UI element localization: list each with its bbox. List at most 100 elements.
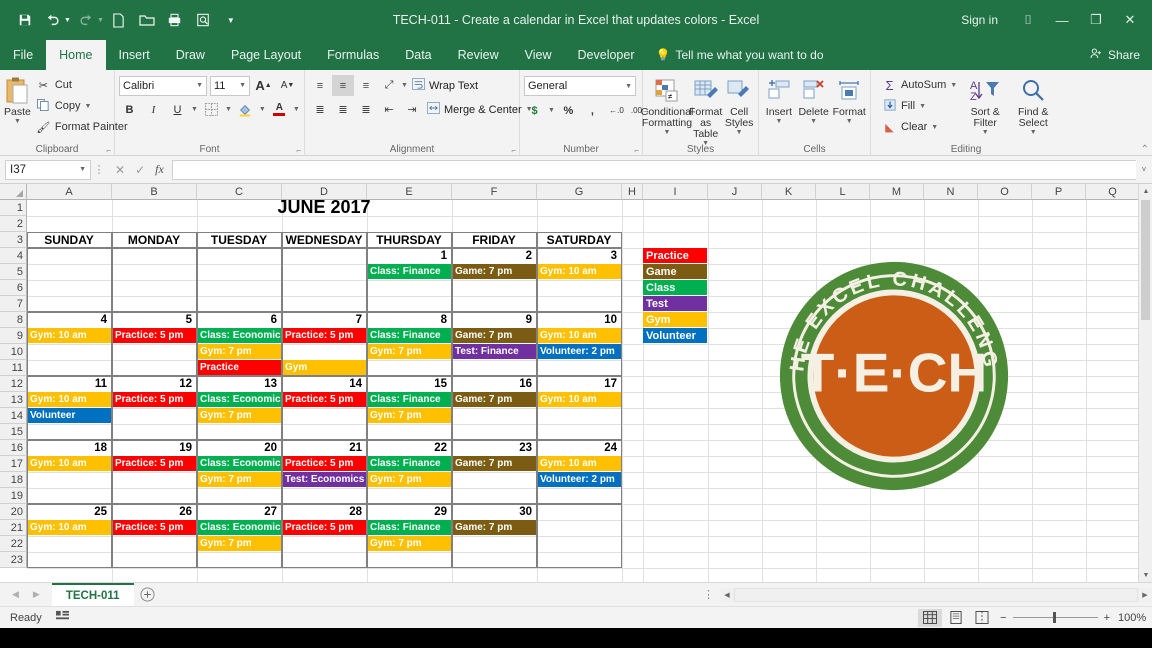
align-left-button[interactable]: ≣: [309, 99, 331, 120]
scroll-left-button[interactable]: ◀: [720, 588, 734, 602]
underline-button[interactable]: U: [167, 99, 188, 120]
column-header-I[interactable]: I: [643, 184, 708, 200]
comma-style-button[interactable]: ,: [582, 100, 603, 121]
sign-in-button[interactable]: Sign in: [949, 13, 1010, 27]
align-top-button[interactable]: ≡: [309, 75, 331, 96]
delete-cells-button[interactable]: Delete ▼: [797, 73, 831, 125]
undo-icon[interactable]: [40, 7, 66, 33]
scroll-right-button[interactable]: ▶: [1138, 588, 1152, 602]
paste-button[interactable]: Paste ▼: [4, 73, 31, 125]
accounting-caret-icon[interactable]: ▼: [548, 107, 555, 114]
format-cells-button[interactable]: Format ▼: [832, 73, 866, 125]
legend-item-game[interactable]: Game: [643, 264, 707, 279]
find-select-button[interactable]: Find & Select ▼: [1010, 73, 1056, 136]
font-color-button[interactable]: A: [269, 99, 290, 120]
alignment-dialog-launcher[interactable]: ⌐: [511, 146, 516, 155]
share-button[interactable]: Share: [1089, 40, 1152, 70]
page-break-preview-button[interactable]: [970, 609, 994, 627]
clear-button[interactable]: ◣ Clear ▼: [879, 117, 960, 137]
font-color-caret-icon[interactable]: ▼: [293, 106, 300, 113]
add-sheet-button[interactable]: [134, 587, 162, 602]
calendar-title[interactable]: JUNE 2017: [27, 200, 621, 215]
orientation-button[interactable]: ⤢: [378, 75, 400, 96]
column-header-C[interactable]: C: [197, 184, 282, 200]
cells-area[interactable]: JUNE 2017SUNDAYMONDAYTUESDAYWEDNESDAYTHU…: [27, 200, 1152, 582]
column-header-B[interactable]: B: [112, 184, 197, 200]
tab-data[interactable]: Data: [392, 40, 444, 70]
autosum-button[interactable]: Σ AutoSum ▼: [879, 75, 960, 95]
horizontal-scrollbar[interactable]: ⋮ ◀ ▶: [697, 588, 1152, 602]
row-header-22[interactable]: 22: [0, 536, 27, 552]
underline-caret-icon[interactable]: ▼: [191, 106, 198, 113]
row-header-2[interactable]: 2: [0, 216, 27, 232]
tab-formulas[interactable]: Formulas: [314, 40, 392, 70]
customize-qat-icon[interactable]: ▼: [218, 7, 244, 33]
collapse-ribbon-button[interactable]: ⌃: [1141, 144, 1149, 155]
number-format-combo[interactable]: General▼: [524, 76, 636, 96]
wrap-text-button[interactable]: Wrap Text: [409, 75, 481, 96]
enter-entry-button[interactable]: ✓: [135, 163, 145, 177]
column-header-H[interactable]: H: [622, 184, 643, 200]
tab-insert[interactable]: Insert: [106, 40, 163, 70]
decrease-indent-button[interactable]: ⇤: [378, 99, 400, 120]
increase-font-size-button[interactable]: A▲: [253, 75, 274, 96]
row-header-3[interactable]: 3: [0, 232, 27, 248]
scroll-up-button[interactable]: ▲: [1139, 184, 1152, 198]
copy-caret-icon[interactable]: ▼: [85, 103, 92, 110]
row-header-13[interactable]: 13: [0, 392, 27, 408]
align-center-button[interactable]: ≣: [332, 99, 354, 120]
row-header-1[interactable]: 1: [0, 200, 27, 216]
normal-view-button[interactable]: [918, 609, 942, 627]
vertical-scroll-thumb[interactable]: [1141, 200, 1150, 320]
number-dialog-launcher[interactable]: ⌐: [634, 146, 639, 155]
tell-me-search[interactable]: 💡 Tell me what you want to do: [648, 40, 832, 70]
column-header-M[interactable]: M: [870, 184, 924, 200]
decrease-font-size-button[interactable]: A▼: [277, 75, 298, 96]
column-header-D[interactable]: D: [282, 184, 367, 200]
row-header-5[interactable]: 5: [0, 264, 27, 280]
print-icon[interactable]: [162, 7, 188, 33]
percent-style-button[interactable]: %: [558, 100, 579, 121]
row-header-8[interactable]: 8: [0, 312, 27, 328]
tab-review[interactable]: Review: [445, 40, 512, 70]
new-file-icon[interactable]: [106, 7, 132, 33]
row-header-11[interactable]: 11: [0, 360, 27, 376]
zoom-out-button[interactable]: −: [1000, 612, 1006, 624]
tab-developer[interactable]: Developer: [565, 40, 648, 70]
page-layout-view-button[interactable]: [944, 609, 968, 627]
orientation-caret-icon[interactable]: ▼: [401, 82, 408, 89]
tab-view[interactable]: View: [512, 40, 565, 70]
italic-button[interactable]: I: [143, 99, 164, 120]
print-preview-icon[interactable]: [190, 7, 216, 33]
column-header-E[interactable]: E: [367, 184, 452, 200]
redo-caret-icon[interactable]: ▼: [97, 17, 104, 24]
column-header-Q[interactable]: Q: [1086, 184, 1140, 200]
minimize-button[interactable]: —: [1046, 6, 1078, 34]
vertical-scrollbar[interactable]: ▲ ▼: [1138, 184, 1152, 582]
tab-draw[interactable]: Draw: [163, 40, 218, 70]
row-header-12[interactable]: 12: [0, 376, 27, 392]
ribbon-display-options-icon[interactable]: ⌷: [1012, 6, 1044, 34]
select-all-button[interactable]: [0, 184, 27, 200]
legend-item-class[interactable]: Class: [643, 280, 707, 295]
align-middle-button[interactable]: ≡: [332, 75, 354, 96]
row-header-6[interactable]: 6: [0, 280, 27, 296]
save-icon[interactable]: [12, 7, 38, 33]
row-header-18[interactable]: 18: [0, 472, 27, 488]
row-header-4[interactable]: 4: [0, 248, 27, 264]
undo-caret-icon[interactable]: ▼: [64, 17, 71, 24]
scroll-split-handle[interactable]: ⋮: [697, 588, 720, 601]
zoom-slider-thumb[interactable]: [1053, 612, 1056, 623]
open-folder-icon[interactable]: [134, 7, 160, 33]
zoom-slider[interactable]: [1013, 617, 1098, 618]
merge-center-button[interactable]: Merge & Center ▼: [424, 99, 536, 120]
close-button[interactable]: ✕: [1114, 6, 1146, 34]
tab-page-layout[interactable]: Page Layout: [218, 40, 314, 70]
tab-home[interactable]: Home: [46, 40, 105, 70]
row-header-14[interactable]: 14: [0, 408, 27, 424]
expand-formula-bar-button[interactable]: ˅: [1136, 165, 1152, 174]
tab-file[interactable]: File: [0, 40, 46, 70]
column-header-L[interactable]: L: [816, 184, 870, 200]
column-header-G[interactable]: G: [537, 184, 622, 200]
paste-caret-icon[interactable]: ▼: [14, 118, 21, 125]
